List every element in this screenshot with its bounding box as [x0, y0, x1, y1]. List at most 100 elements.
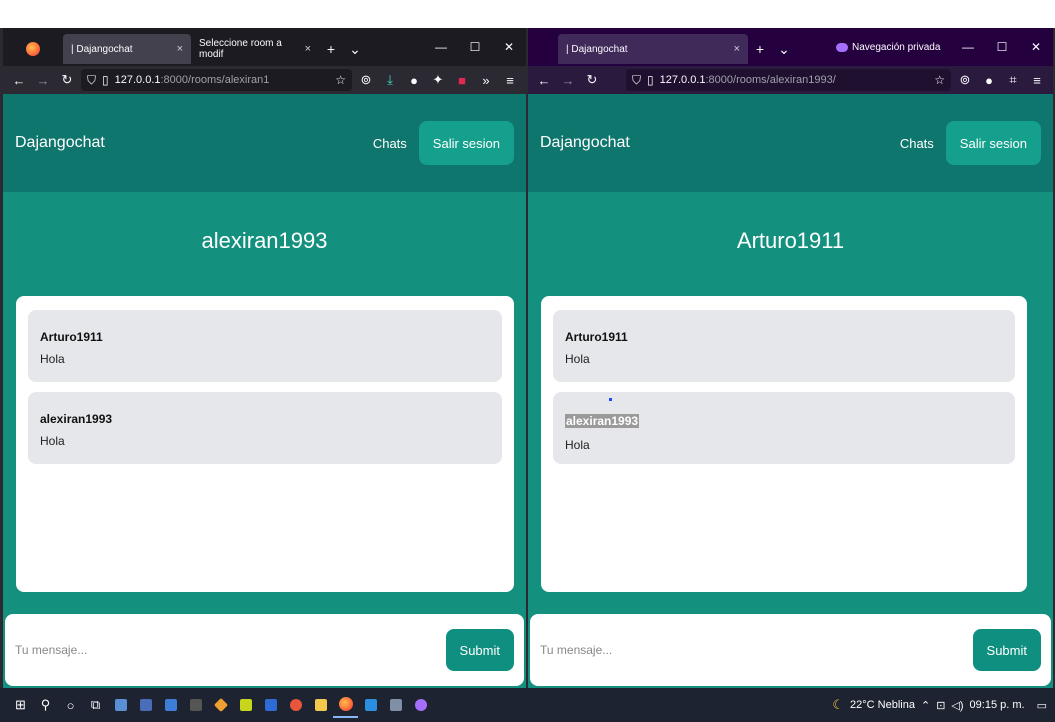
reload-icon[interactable]: ↻: [582, 72, 602, 88]
ublock-icon[interactable]: ■: [452, 73, 472, 88]
tab-label: Seleccione room a modif: [199, 38, 282, 60]
reload-icon[interactable]: ↻: [57, 72, 77, 88]
terminal-icon[interactable]: [183, 693, 208, 718]
git-icon[interactable]: [208, 693, 233, 718]
message-text: Hola: [40, 434, 65, 448]
tab-seleccione-room[interactable]: Seleccione room a modif ×: [191, 34, 319, 64]
account-icon[interactable]: ●: [979, 73, 999, 88]
message-item: alexiran1993 Hola: [28, 392, 502, 464]
private-mask-icon: [836, 42, 848, 52]
chat-messages: Arturo1911 Hola alexiran1993 Hola: [16, 296, 514, 592]
tab-list-chevron-icon[interactable]: ⌄: [343, 34, 367, 64]
message-text: Hola: [565, 352, 590, 366]
brand-link[interactable]: Dajangochat: [15, 134, 105, 152]
python-icon[interactable]: [383, 693, 408, 718]
pgadmin-icon[interactable]: [133, 693, 158, 718]
forward-icon[interactable]: →: [33, 73, 53, 88]
logout-button[interactable]: Salir sesion: [418, 121, 514, 165]
chrome-icon[interactable]: [283, 693, 308, 718]
submit-button[interactable]: Submit: [445, 629, 514, 671]
windows-start-icon[interactable]: ⊞: [8, 693, 33, 718]
firefox-private-icon[interactable]: [408, 693, 433, 718]
maximize-icon[interactable]: ☐: [985, 40, 1019, 54]
chats-link[interactable]: Chats: [373, 136, 407, 151]
tab-close-icon[interactable]: ×: [305, 43, 311, 55]
tab-close-icon[interactable]: ×: [177, 43, 183, 55]
bookmark-star-icon[interactable]: ☆: [335, 73, 346, 87]
app-header: Dajangochat Chats Salir sesion: [528, 94, 1053, 192]
message-text: Hola: [565, 438, 590, 452]
mail-app-icon[interactable]: [258, 693, 283, 718]
file-explorer-icon[interactable]: [308, 693, 333, 718]
shield-icon[interactable]: ⛉: [87, 73, 96, 88]
task-view-icon[interactable]: ⧉: [83, 693, 108, 718]
windows-taskbar: ⊞ ⚲ ○ ⧉ ☾ 22°C Neblina ⌃ ⊡ ◁) 09:15 p. m…: [0, 688, 1055, 722]
tray-chevron-icon[interactable]: ⌃: [921, 699, 930, 712]
pocket-icon[interactable]: ⊚: [955, 72, 975, 88]
tab-close-icon[interactable]: ×: [734, 43, 740, 55]
private-label: Navegación privada: [852, 41, 941, 53]
weather-moon-icon: ☾: [832, 697, 845, 712]
download-icon[interactable]: ⤓: [380, 72, 400, 88]
minimize-icon[interactable]: —: [424, 40, 458, 54]
logout-button[interactable]: Salir sesion: [945, 121, 1041, 165]
message-composer: Submit: [530, 614, 1051, 686]
new-tab-icon[interactable]: +: [748, 34, 772, 64]
illustrator-icon[interactable]: [233, 693, 258, 718]
url-bar[interactable]: ⛉ ▯ 127.0.0.1:8000/rooms/alexiran1 ☆: [81, 69, 352, 91]
chat-messages: Arturo1911 Hola alexiran1993 Hola: [541, 296, 1027, 592]
overflow-icon[interactable]: »: [476, 73, 496, 88]
tab-list-chevron-icon[interactable]: ⌄: [772, 34, 796, 64]
url-bar[interactable]: ⛉ ▯ 127.0.0.1:8000/rooms/alexiran1993/ ☆: [626, 69, 951, 91]
chats-link[interactable]: Chats: [900, 136, 934, 151]
photos-app-icon[interactable]: [108, 693, 133, 718]
clock[interactable]: 09:15 p. m.: [970, 699, 1025, 711]
tab-label: | Dajangochat: [566, 43, 628, 55]
tab-dajangochat[interactable]: | Dajangochat ×: [558, 34, 748, 64]
submit-button[interactable]: Submit: [972, 629, 1041, 671]
back-icon[interactable]: ←: [534, 73, 554, 88]
vscode-icon[interactable]: [358, 693, 383, 718]
system-tray: ☾ 22°C Neblina ⌃ ⊡ ◁) 09:15 p. m. ▭: [832, 697, 1047, 713]
message-input[interactable]: [15, 643, 446, 657]
desktop-screen: | Dajangochat × Seleccione room a modif …: [0, 28, 1055, 722]
screenshot-icon[interactable]: ⌗: [1003, 72, 1023, 88]
url-path: :8000/rooms/alexiran1: [160, 74, 270, 86]
pocket-icon[interactable]: ⊚: [356, 72, 376, 88]
page-icon: ▯: [647, 73, 654, 87]
minimize-icon[interactable]: —: [951, 40, 985, 54]
firefox-menu-icon[interactable]: [3, 34, 63, 64]
firefox-taskbar-icon[interactable]: [333, 693, 358, 718]
search-icon[interactable]: ⚲: [33, 693, 58, 718]
volume-icon[interactable]: ◁): [951, 699, 963, 712]
message-input[interactable]: [540, 643, 973, 657]
close-window-icon[interactable]: ✕: [1019, 40, 1053, 54]
notifications-icon[interactable]: ▭: [1037, 699, 1047, 712]
new-tab-icon[interactable]: +: [319, 34, 343, 64]
account-icon[interactable]: ●: [404, 73, 424, 88]
forward-icon[interactable]: →: [558, 73, 578, 88]
brand-link[interactable]: Dajangochat: [540, 134, 630, 152]
message-author: alexiran1993: [40, 412, 113, 426]
cortana-icon[interactable]: ○: [58, 693, 83, 718]
network-icon[interactable]: ⊡: [936, 699, 945, 712]
maximize-icon[interactable]: ☐: [458, 40, 492, 54]
tab-dajangochat[interactable]: | Dajangochat ×: [63, 34, 191, 64]
room-title: Arturo1911: [736, 228, 845, 253]
page-icon: ▯: [102, 73, 109, 87]
message-composer: Submit: [5, 614, 524, 686]
message-item: Arturo1911 Hola: [28, 310, 502, 382]
bookmark-star-icon[interactable]: ☆: [934, 73, 945, 87]
nav-toolbar: ← → ↻ ⛉ ▯ 127.0.0.1:8000/rooms/alexiran1…: [528, 66, 1053, 94]
close-window-icon[interactable]: ✕: [492, 40, 526, 54]
extension-icon[interactable]: ✦: [428, 72, 448, 88]
message-author: Arturo1911: [565, 330, 628, 344]
message-text: Hola: [40, 352, 65, 366]
shield-icon[interactable]: ⛉: [632, 73, 641, 88]
app-header: Dajangochat Chats Salir sesion: [3, 94, 526, 192]
menu-icon[interactable]: ≡: [500, 73, 520, 88]
desktop-app-icon[interactable]: [158, 693, 183, 718]
menu-icon[interactable]: ≡: [1027, 73, 1047, 88]
weather-text[interactable]: 22°C Neblina: [850, 699, 915, 711]
back-icon[interactable]: ←: [9, 73, 29, 88]
